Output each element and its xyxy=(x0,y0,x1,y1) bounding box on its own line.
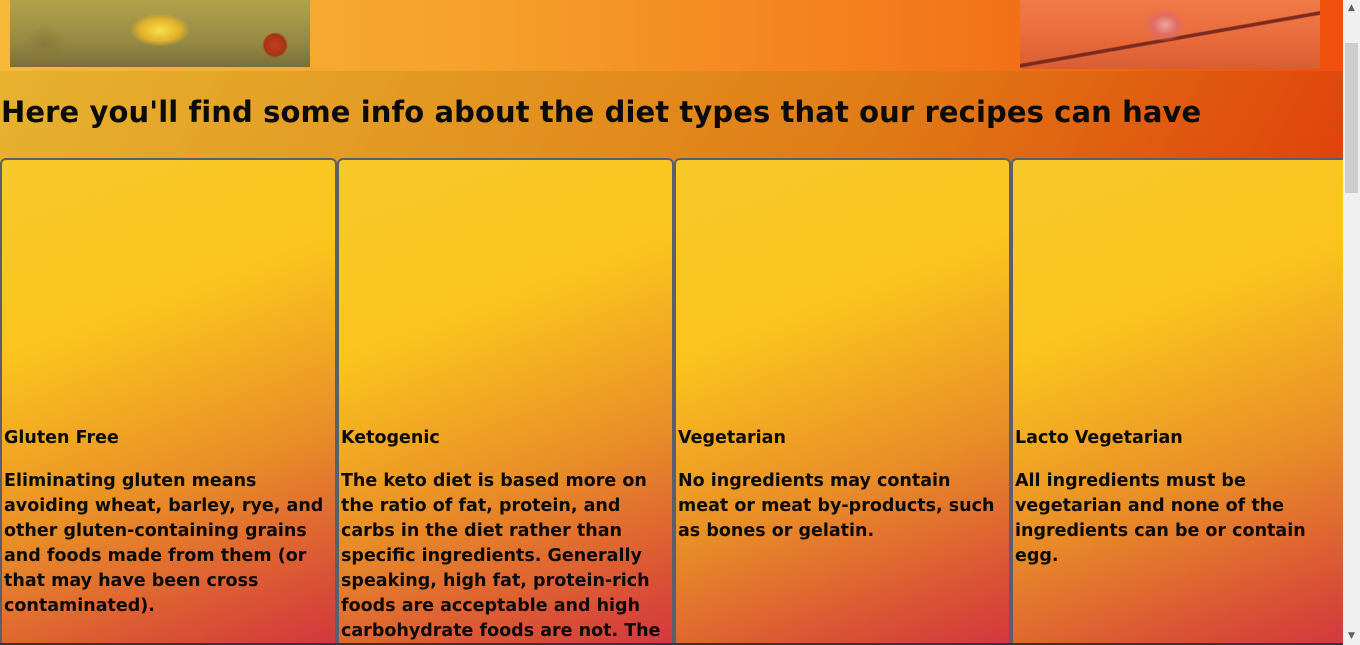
diet-card-description: No ingredients may contain meat or meat … xyxy=(678,471,995,541)
diet-card-gluten-free: Gluten Free Eliminating gluten means avo… xyxy=(0,158,337,645)
banner-food-image-left xyxy=(10,0,310,67)
arrow-up-icon[interactable]: ▲ xyxy=(1343,0,1360,17)
section-heading: Here you'll find some info about the die… xyxy=(1,95,1202,129)
diet-card-description: Eliminating gluten means avoiding wheat,… xyxy=(4,471,324,616)
vertical-scrollbar[interactable]: ▲ ▼ xyxy=(1343,0,1360,645)
page-viewport: Here you'll find some info about the die… xyxy=(0,0,1343,645)
diet-types-section: Here you'll find some info about the die… xyxy=(0,71,1343,645)
diet-card-vegetarian: Vegetarian No ingredients may contain me… xyxy=(674,158,1011,645)
diet-cards: Gluten Free Eliminating gluten means avo… xyxy=(0,158,1343,645)
banner-food-image-right xyxy=(1020,0,1320,69)
diet-card-title: Vegetarian xyxy=(678,428,786,448)
diet-card-ketogenic: Ketogenic The keto diet is based more on… xyxy=(337,158,674,645)
scrollbar-thumb[interactable] xyxy=(1345,43,1358,193)
diet-card-title: Lacto Vegetarian xyxy=(1015,428,1183,448)
diet-card-lacto-vegetarian: Lacto Vegetarian All ingredients must be… xyxy=(1011,158,1343,645)
arrow-down-icon[interactable]: ▼ xyxy=(1343,628,1360,645)
diet-card-description: All ingredients must be vegetarian and n… xyxy=(1015,471,1306,566)
diet-card-title: Gluten Free xyxy=(4,428,119,448)
diet-card-description: The keto diet is based more on the ratio… xyxy=(341,471,661,641)
diet-card-title: Ketogenic xyxy=(341,428,440,448)
banner xyxy=(0,0,1343,71)
